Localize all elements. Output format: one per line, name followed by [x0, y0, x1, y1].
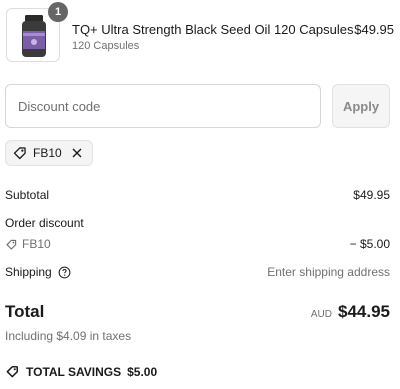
discount-code-label: FB10: [22, 237, 51, 251]
taxes-note: Including $4.09 in taxes: [5, 329, 132, 343]
order-discount-label: Order discount: [5, 216, 84, 230]
quantity-badge: 1: [48, 2, 68, 22]
discount-code-input[interactable]: [5, 84, 321, 128]
applied-discount-code: FB10: [33, 146, 62, 160]
cart-line-item: 1 TQ+ Ultra Strength Black Seed Oil 120 …: [6, 2, 394, 64]
savings-value: $5.00: [127, 364, 158, 379]
subtotal-row: Subtotal $49.95: [5, 188, 390, 202]
apply-discount-button[interactable]: Apply: [332, 84, 390, 128]
currency-code: AUD: [310, 309, 332, 320]
tag-icon: [13, 147, 26, 160]
product-variant: 120 Capsules: [72, 40, 140, 52]
shipping-row: Shipping Enter shipping address: [5, 265, 390, 279]
remove-discount-button[interactable]: [70, 146, 84, 160]
discount-value: − $5.00: [349, 237, 390, 251]
discount-code-row: FB10 − $5.00: [5, 237, 390, 251]
shipping-value: Enter shipping address: [267, 265, 390, 279]
total-savings: TOTAL SAVINGS $5.00: [5, 364, 157, 379]
tag-icon: [6, 239, 17, 250]
shipping-label: Shipping: [5, 265, 52, 279]
product-title: TQ+ Ultra Strength Black Seed Oil 120 Ca…: [72, 22, 354, 37]
total-label: Total: [5, 302, 45, 321]
total-amount-group: AUD $44.95: [311, 302, 390, 322]
product-price: $49.95: [354, 22, 394, 37]
order-discount-row: Order discount: [5, 216, 390, 230]
subtotal-value: $49.95: [353, 188, 390, 202]
total-amount: $44.95: [338, 302, 390, 321]
close-icon: [72, 148, 82, 158]
tag-icon: [6, 365, 19, 378]
savings-label: TOTAL SAVINGS: [26, 364, 122, 379]
subtotal-label: Subtotal: [5, 188, 50, 202]
help-icon[interactable]: [58, 266, 71, 279]
applied-discount-chip: FB10: [5, 140, 93, 166]
